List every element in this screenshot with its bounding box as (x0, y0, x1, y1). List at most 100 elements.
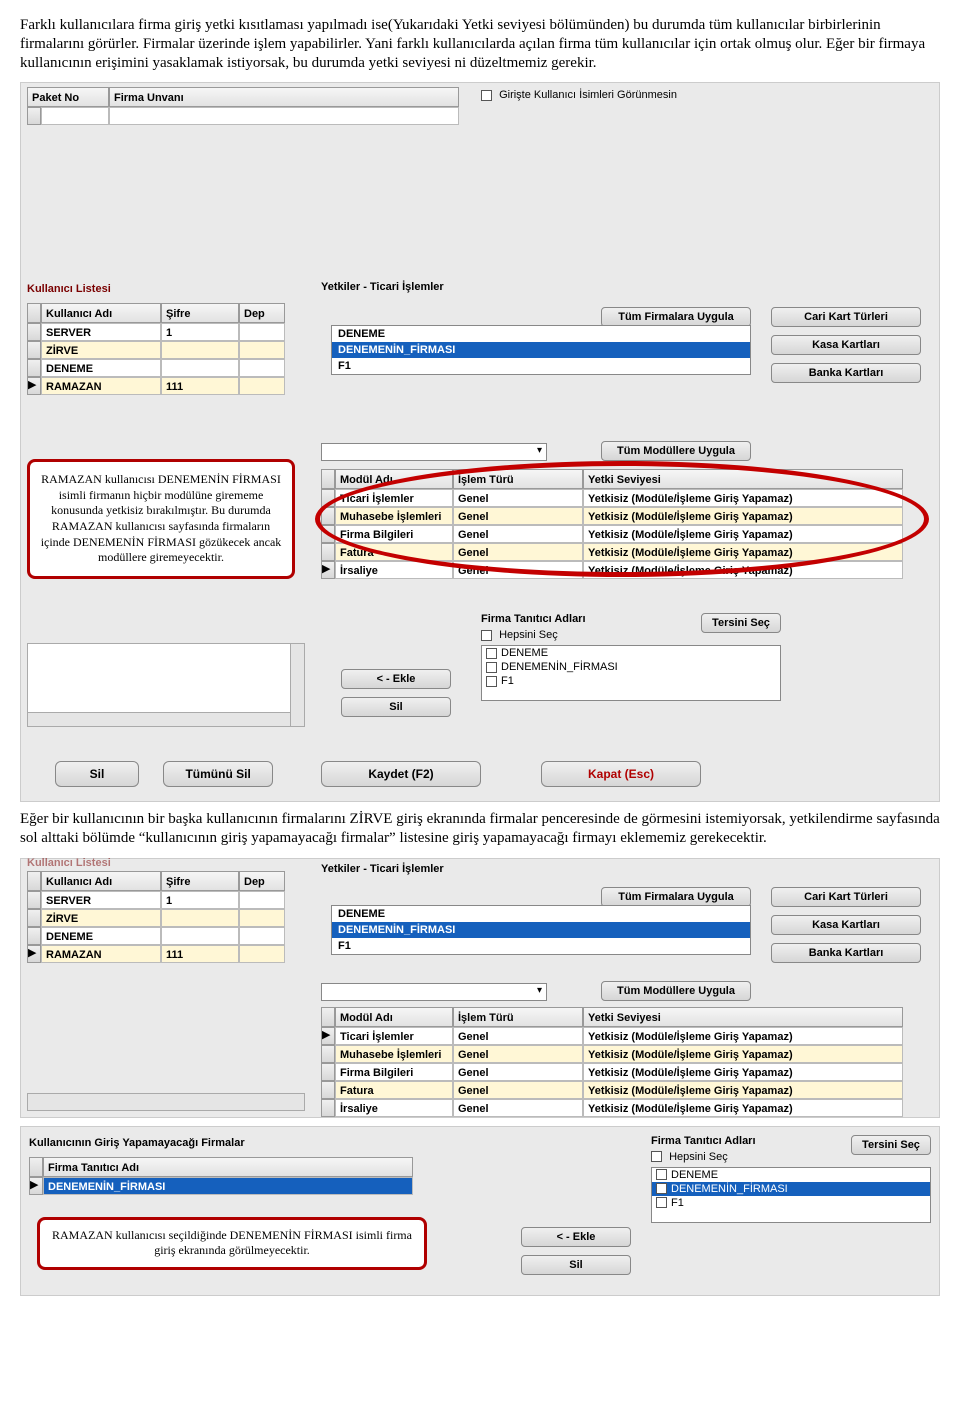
user-dep (239, 909, 285, 927)
user-dep (239, 323, 285, 341)
user-name: SERVER (41, 323, 161, 341)
btn-banka-kartlari[interactable]: Banka Kartları (771, 943, 921, 963)
firma-item[interactable]: DENEME (332, 906, 750, 922)
cell-paketno-empty[interactable] (41, 107, 109, 125)
modul-row[interactable]: ▶Ticari İşlemlerGenelYetkisiz (Modüle/İş… (321, 1027, 921, 1045)
btn-tersini-sec[interactable]: Tersini Seç (701, 613, 781, 633)
callout-annotation-1: RAMAZAN kullanıcısı DENEMENİN FİRMASI is… (27, 459, 295, 579)
col-firma-tanitici-adi: Firma Tanıtıcı Adı (43, 1157, 413, 1177)
firma-item-selected[interactable]: DENEMENİN_FİRMASI (332, 342, 750, 358)
row-indicator (27, 107, 41, 125)
checkbox-icon-checked (656, 1183, 667, 1194)
firma-tanitici-label: DENEMENİN_FİRMASI (501, 661, 618, 673)
modul-row[interactable]: Muhasebe İşlemleriGenelYetkisiz (Modüle/… (321, 1045, 921, 1063)
btn-kasa-kartlari[interactable]: Kasa Kartları (771, 915, 921, 935)
user-dep (239, 341, 285, 359)
user-pass: 1 (161, 891, 239, 909)
col-kullanici-adi: Kullanıcı Adı (41, 303, 161, 323)
chk-giriste-isimler[interactable]: Girişte Kullanıcı İsimleri Görünmesin (481, 89, 677, 101)
btn-sil-firma[interactable]: Sil (521, 1255, 631, 1275)
btn-kasa-kartlari[interactable]: Kasa Kartları (771, 335, 921, 355)
firma-tanitici-item[interactable]: F1 (482, 674, 780, 688)
user-row[interactable]: ZİRVE (27, 909, 305, 927)
chk-giriste-label: Girişte Kullanıcı İsimleri Görünmesin (499, 89, 677, 101)
user-name: SERVER (41, 891, 161, 909)
btn-tum-modullere[interactable]: Tüm Modüllere Uygula (601, 981, 751, 1001)
btn-tumunu-sil[interactable]: Tümünü Sil (163, 761, 273, 787)
user-dep (239, 927, 285, 945)
user-pass: 111 (161, 377, 239, 395)
user-pass (161, 359, 239, 377)
checkbox-icon (486, 662, 497, 673)
giris-yapamaz-row[interactable]: ▶ DENEMENİN_FİRMASI (29, 1177, 429, 1195)
user-pass (161, 341, 239, 359)
firma-tanitici-label: F1 (501, 675, 514, 687)
btn-banka-kartlari[interactable]: Banka Kartları (771, 363, 921, 383)
btn-tum-firmalara[interactable]: Tüm Firmalara Uygula (601, 887, 751, 907)
firma-tanitici-item[interactable]: DENEME (652, 1168, 930, 1182)
firma-tanitici-item[interactable]: DENEME (482, 646, 780, 660)
user-row[interactable]: DENEME (27, 927, 305, 945)
user-row[interactable]: DENEME (27, 359, 305, 377)
checkbox-icon (481, 630, 492, 641)
firma-item[interactable]: DENEME (332, 326, 750, 342)
cell-firmaunvani-empty[interactable] (109, 107, 459, 125)
callout-annotation-2: RAMAZAN kullanıcısı seçildiğinde DENEMEN… (37, 1217, 427, 1270)
modul-tur: Genel (453, 1081, 583, 1099)
firma-tanitici-item[interactable]: F1 (652, 1196, 930, 1210)
col-islem-turu: İşlem Türü (453, 1007, 583, 1027)
btn-tum-modullere[interactable]: Tüm Modüllere Uygula (601, 441, 751, 461)
btn-cari-kart[interactable]: Cari Kart Türleri (771, 307, 921, 327)
modul-tur: Genel (453, 1099, 583, 1117)
firma-item[interactable]: F1 (332, 938, 750, 954)
user-pass: 111 (161, 945, 239, 963)
modul-row[interactable]: İrsaliyeGenelYetkisiz (Modüle/İşleme Gir… (321, 1099, 921, 1117)
user-row[interactable]: ZİRVE (27, 341, 305, 359)
paragraph-intro-1: Farklı kullanıcılara firma giriş yetki k… (20, 16, 940, 72)
col-dep: Dep (239, 871, 285, 891)
col-sifre: Şifre (161, 303, 239, 323)
modul-row[interactable]: Firma BilgileriGenelYetkisiz (Modüle/İşl… (321, 1063, 921, 1081)
firma-tanitici-item-selected[interactable]: DENEMENİN_FİRMASI (652, 1182, 930, 1196)
user-name: RAMAZAN (41, 945, 161, 963)
user-pass: 1 (161, 323, 239, 341)
firma-tanitici-label: DENEME (501, 647, 548, 659)
modul-ad: Ticari İşlemler (335, 1027, 453, 1045)
checkbox-icon (651, 1151, 662, 1162)
module-dropdown[interactable] (321, 443, 547, 461)
user-name: DENEME (41, 359, 161, 377)
btn-sil-firma[interactable]: Sil (341, 697, 451, 717)
btn-ekle[interactable]: < - Ekle (341, 669, 451, 689)
modul-row[interactable]: FaturaGenelYetkisiz (Modüle/İşleme Giriş… (321, 1081, 921, 1099)
btn-kapat[interactable]: Kapat (Esc) (541, 761, 701, 787)
scrollbar-h[interactable] (28, 712, 290, 726)
btn-kaydet[interactable]: Kaydet (F2) (321, 761, 481, 787)
btn-tersini-sec[interactable]: Tersini Seç (851, 1135, 931, 1155)
firma-item-selected[interactable]: DENEMENİN_FİRMASI (332, 922, 750, 938)
btn-sil[interactable]: Sil (55, 761, 139, 787)
hdr-indicator (27, 303, 41, 323)
firma-tanitici-item[interactable]: DENEMENİN_FİRMASI (482, 660, 780, 674)
hepsini-sec-label: Hepsini Seç (669, 1151, 728, 1163)
user-name: RAMAZAN (41, 377, 161, 395)
user-row[interactable]: SERVER 1 (27, 323, 305, 341)
btn-cari-kart[interactable]: Cari Kart Türleri (771, 887, 921, 907)
checkbox-icon (656, 1169, 667, 1180)
kullanici-listesi-title-dim: Kullanıcı Listesi (27, 857, 111, 869)
firma-tanitici-label: F1 (671, 1197, 684, 1209)
modul-ad: Firma Bilgileri (335, 1063, 453, 1081)
module-dropdown[interactable] (321, 983, 547, 1001)
user-row[interactable]: ▶ RAMAZAN 111 (27, 377, 305, 395)
col-kullanici-adi: Kullanıcı Adı (41, 871, 161, 891)
paragraph-intro-2: Eğer bir kullanıcının bir başka kullanıc… (20, 810, 940, 848)
hdr-indicator (321, 469, 335, 489)
firma-item[interactable]: F1 (332, 358, 750, 374)
user-row[interactable]: ▶RAMAZAN111 (27, 945, 305, 963)
btn-tum-firmalara[interactable]: Tüm Firmalara Uygula (601, 307, 751, 327)
scrollbar-h[interactable] (27, 1093, 305, 1111)
user-row[interactable]: SERVER1 (27, 891, 305, 909)
col-paket-no: Paket No (27, 87, 109, 107)
scrollbar-v[interactable] (290, 644, 304, 726)
col-modul-adi: Modül Adı (335, 1007, 453, 1027)
btn-ekle[interactable]: < - Ekle (521, 1227, 631, 1247)
